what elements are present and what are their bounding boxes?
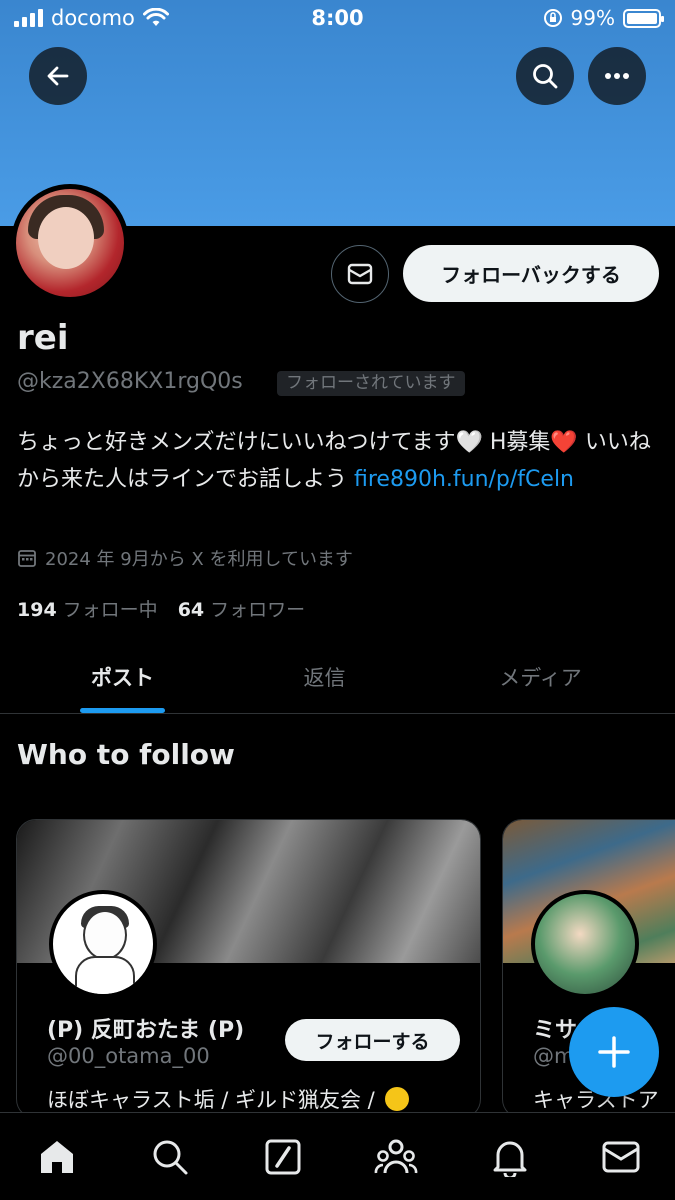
nav-communities[interactable]	[374, 1135, 418, 1179]
followers-label: フォロワー	[210, 599, 306, 621]
message-button[interactable]	[331, 245, 389, 303]
battery-icon	[623, 8, 664, 28]
suggestion-bio: ほぼキャラスト垢 / ギルド猟友会 /	[47, 1084, 410, 1114]
profile-handle: @kza2X68KX1rgQ0s	[17, 369, 243, 394]
bottom-nav	[0, 1112, 675, 1200]
search-button[interactable]	[516, 47, 574, 105]
bio-text-h: H募集	[482, 430, 551, 455]
suggestion-avatar[interactable]	[531, 890, 639, 998]
tab-media[interactable]: メディア	[478, 640, 603, 714]
profile-name: rei	[17, 318, 69, 358]
following-link[interactable]: 194 フォロー中	[17, 595, 158, 622]
profile-avatar[interactable]	[11, 184, 129, 302]
grok-icon	[265, 1139, 301, 1175]
nav-notifications[interactable]	[488, 1135, 532, 1179]
more-icon	[605, 73, 629, 79]
tab-replies[interactable]: 返信	[262, 640, 387, 714]
following-count: 194	[17, 599, 57, 621]
more-button[interactable]	[588, 47, 646, 105]
white-heart-icon: 🤍	[455, 430, 483, 455]
profile-bio: ちょっと好きメンズだけにいいねつけてます🤍 H募集❤️ いいねから来た人はライン…	[17, 424, 662, 498]
plus-icon	[598, 1036, 630, 1068]
followers-link[interactable]: 64 フォロワー	[178, 595, 305, 622]
joined-text: 2024 年 9月から X を利用しています	[45, 549, 353, 570]
nav-search[interactable]	[148, 1135, 192, 1179]
back-arrow-icon	[47, 66, 69, 86]
follows-you-badge: フォローされています	[277, 371, 465, 396]
calendar-icon	[18, 550, 36, 567]
battery-percent: 99%	[570, 6, 615, 30]
search-icon	[533, 64, 558, 89]
bio-text: ちょっと好きメンズだけにいいねつけてます	[17, 430, 456, 455]
bio-link[interactable]: fire890h.fun/p/fCeln	[354, 467, 574, 492]
search-icon	[153, 1140, 188, 1175]
follow-stats: 194 フォロー中 64 フォロワー	[17, 595, 305, 622]
yellow-circle-icon	[385, 1087, 410, 1111]
followers-count: 64	[177, 599, 205, 621]
home-icon	[41, 1141, 73, 1173]
suggestion-follow-button[interactable]: フォローする	[285, 1019, 460, 1061]
status-bar: docomo 8:00 99%	[0, 0, 675, 38]
follow-back-button[interactable]: フォローバックする	[403, 245, 659, 302]
active-tab-indicator	[80, 708, 165, 713]
notifications-icon	[493, 1141, 527, 1177]
back-button[interactable]	[29, 47, 87, 105]
suggestion-card[interactable]: (P) 反町おたま (P) @00_otama_00 フォローする ほぼキャラス…	[16, 819, 481, 1119]
orientation-lock-icon	[543, 9, 562, 27]
profile-tabs: ポスト 返信 メディア	[0, 640, 675, 714]
compose-button[interactable]	[569, 1007, 659, 1097]
red-heart-icon: ❤️	[550, 430, 578, 455]
envelope-icon	[347, 263, 373, 285]
suggestion-handle: @00_otama_00	[47, 1044, 210, 1068]
who-to-follow-title: Who to follow	[17, 738, 235, 771]
joined-date: 2024 年 9月から X を利用しています	[17, 545, 353, 571]
tab-posts[interactable]: ポスト	[60, 640, 185, 714]
messages-icon	[602, 1141, 640, 1173]
following-label: フォロー中	[62, 599, 158, 621]
communities-icon	[374, 1139, 418, 1174]
suggestion-name: (P) 反町おたま (P)	[47, 1018, 245, 1043]
nav-messages[interactable]	[599, 1135, 643, 1179]
suggestion-avatar[interactable]	[49, 890, 157, 998]
nav-home[interactable]	[35, 1135, 79, 1179]
nav-grok[interactable]	[261, 1135, 305, 1179]
